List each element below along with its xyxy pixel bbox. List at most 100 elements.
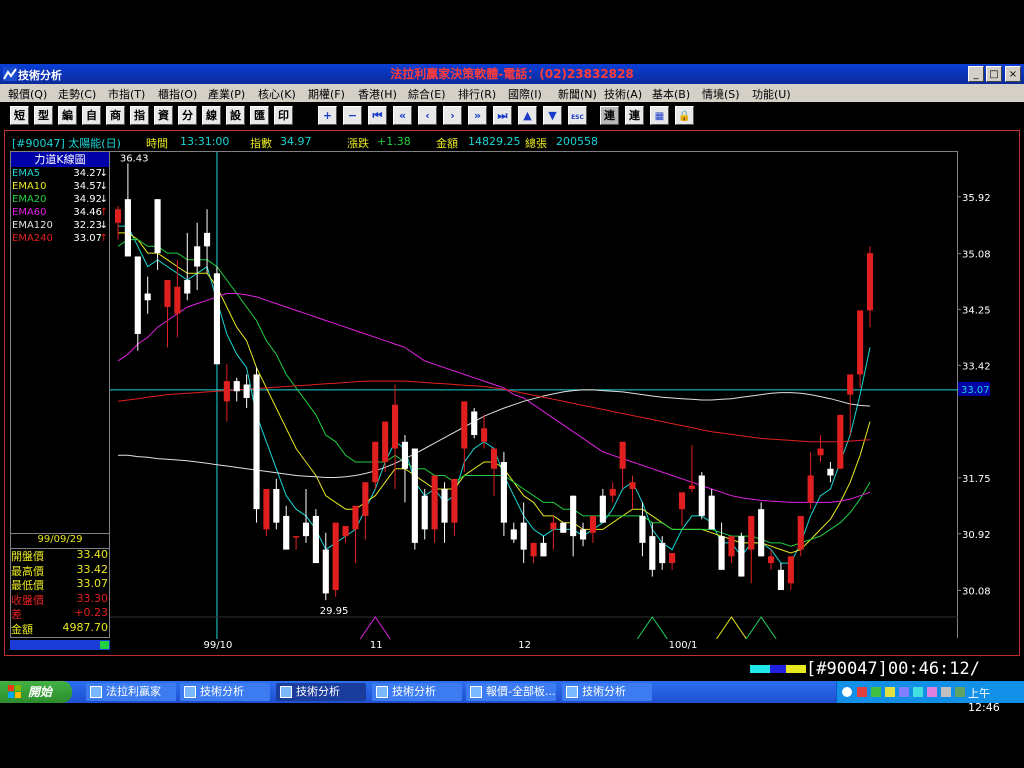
toolbar-button-1[interactable]: 型 — [34, 106, 53, 125]
line-ema10 — [118, 232, 871, 554]
toolbar-button-5[interactable]: 指 — [130, 106, 149, 125]
candle — [124, 163, 131, 257]
candlestick-chart[interactable]: 36.43 29.95 — [110, 152, 958, 640]
taskbar-button-label: 技術分析 — [392, 685, 436, 698]
candle — [688, 445, 695, 493]
candle — [550, 515, 557, 550]
ema-name: EMA60 — [12, 207, 47, 218]
ema-value: 34.92 — [73, 194, 102, 205]
candle — [441, 482, 448, 543]
candle — [273, 478, 280, 530]
menu-item-6[interactable]: 期權(F) — [308, 86, 345, 102]
menu-item-11[interactable]: 新聞(N) — [558, 86, 597, 102]
toolbar-button-10[interactable]: 匯 — [250, 106, 269, 125]
lock-icon: 🔒 — [678, 111, 691, 122]
esc-button[interactable]: ESC — [568, 106, 587, 125]
candle — [203, 209, 211, 274]
plus-button[interactable]: + — [318, 106, 337, 125]
menu-item-9[interactable]: 排行(R) — [458, 86, 496, 102]
ohlc-date: 99/09/29 — [11, 533, 109, 549]
taskbar-button-1[interactable]: 技術分析 — [180, 683, 270, 701]
prev-button[interactable]: ‹ — [418, 106, 437, 125]
indicator-panel-title[interactable]: 力道K線圖 — [11, 152, 109, 167]
minus-button[interactable]: − — [343, 106, 362, 125]
taskbar-button-3[interactable]: 技術分析 — [372, 683, 462, 701]
taskbar-button-0[interactable]: 法拉利贏家 — [86, 683, 176, 701]
candle — [708, 488, 715, 530]
y-tick-label: 33.42 — [962, 361, 991, 372]
toolbar-button-3[interactable]: 自 — [82, 106, 101, 125]
menu-item-4[interactable]: 產業(P) — [208, 86, 245, 102]
y-tick-label: 30.92 — [962, 530, 991, 541]
windows-logo-icon — [8, 685, 21, 698]
candle — [570, 495, 577, 557]
menu-item-3[interactable]: 櫃指(O) — [158, 86, 197, 102]
chart-plot-area[interactable]: 36.43 29.95 — [110, 151, 958, 640]
window-title-bar[interactable]: 技術分析 法拉利贏家決策軟體-電話：(02)23832828 _ □ × — [0, 64, 1024, 84]
ema-name: EMA10 — [12, 181, 47, 192]
amount-value: 14829.25 — [468, 135, 521, 148]
menu-item-1[interactable]: 走勢(C) — [58, 86, 96, 102]
prev-page-button[interactable]: « — [393, 106, 412, 125]
toolbar-button-7[interactable]: 分 — [178, 106, 197, 125]
toolbar-button-6[interactable]: 資 — [154, 106, 173, 125]
last-button[interactable]: ⏭ — [493, 106, 512, 125]
link-button-0[interactable]: 連 — [600, 106, 619, 125]
up-button[interactable]: ▲ — [518, 106, 537, 125]
chart-scrollbar[interactable] — [10, 640, 110, 650]
next-page-icon: » — [473, 109, 482, 122]
menu-item-10[interactable]: 國際(I) — [508, 86, 542, 102]
taskbar-button-4[interactable]: 報價-全部板... — [466, 683, 556, 701]
window-icon — [280, 686, 292, 698]
toolbar-button-11[interactable]: 印 — [274, 106, 293, 125]
candle — [342, 526, 349, 543]
toolbar-button-4[interactable]: 商 — [106, 106, 125, 125]
menu-item-0[interactable]: 報價(Q) — [8, 86, 47, 102]
last-icon: ⏭ — [497, 109, 508, 122]
next-button[interactable]: › — [443, 106, 462, 125]
candle — [599, 488, 606, 523]
menu-item-13[interactable]: 基本(B) — [652, 86, 690, 102]
menu-item-5[interactable]: 核心(K) — [258, 86, 296, 102]
window-icon — [90, 686, 102, 698]
toolbar-button-0[interactable]: 短 — [10, 106, 29, 125]
ema-row-ema240: EMA240 33.07 ↑ — [12, 233, 108, 246]
menu-item-14[interactable]: 情境(S) — [702, 86, 740, 102]
ema-trend-arrow: ↓ — [99, 220, 108, 231]
taskbar-button-2[interactable]: 技術分析 — [276, 683, 366, 701]
candle — [500, 451, 507, 537]
candle — [194, 222, 201, 291]
link-button-1[interactable]: 連 — [625, 106, 644, 125]
candle — [728, 536, 735, 564]
candle — [372, 441, 379, 489]
maximize-button[interactable]: □ — [986, 66, 1002, 82]
minimize-button[interactable]: _ — [968, 66, 984, 82]
signal-marker — [745, 616, 777, 640]
menu-item-7[interactable]: 香港(H) — [358, 86, 397, 102]
close-button[interactable]: × — [1005, 66, 1021, 82]
index-label: 指數 — [250, 137, 272, 150]
menu-item-2[interactable]: 市指(T) — [108, 86, 145, 102]
toolbar-button-2[interactable]: 編 — [58, 106, 77, 125]
candle — [184, 232, 191, 301]
price-axis: 35.92 35.08 34.25 33.42 31.75 30.92 30.08 33.07 — [958, 151, 1014, 638]
candle — [579, 522, 587, 547]
ema-name: EMA120 — [12, 220, 53, 231]
chart-scrollbar-thumb[interactable] — [100, 641, 109, 649]
toolbar-button-9[interactable]: 設 — [226, 106, 245, 125]
start-button[interactable]: 開始 — [0, 681, 72, 703]
candle — [213, 266, 221, 365]
lock-button[interactable]: 🔒 — [675, 106, 694, 125]
toolbar-button-8[interactable]: 線 — [202, 106, 221, 125]
candle — [401, 435, 409, 503]
menu-item-12[interactable]: 技術(A) — [604, 86, 642, 102]
candle — [114, 205, 122, 240]
first-button[interactable]: ⏮ — [368, 106, 387, 125]
menu-item-8[interactable]: 綜合(E) — [408, 86, 446, 102]
taskbar-button-5[interactable]: 技術分析 — [562, 683, 652, 701]
menu-item-15[interactable]: 功能(U) — [752, 86, 791, 102]
candle — [233, 377, 240, 402]
next-page-button[interactable]: » — [468, 106, 487, 125]
grid-button[interactable]: ▦ — [650, 106, 669, 125]
down-button[interactable]: ▼ — [543, 106, 562, 125]
